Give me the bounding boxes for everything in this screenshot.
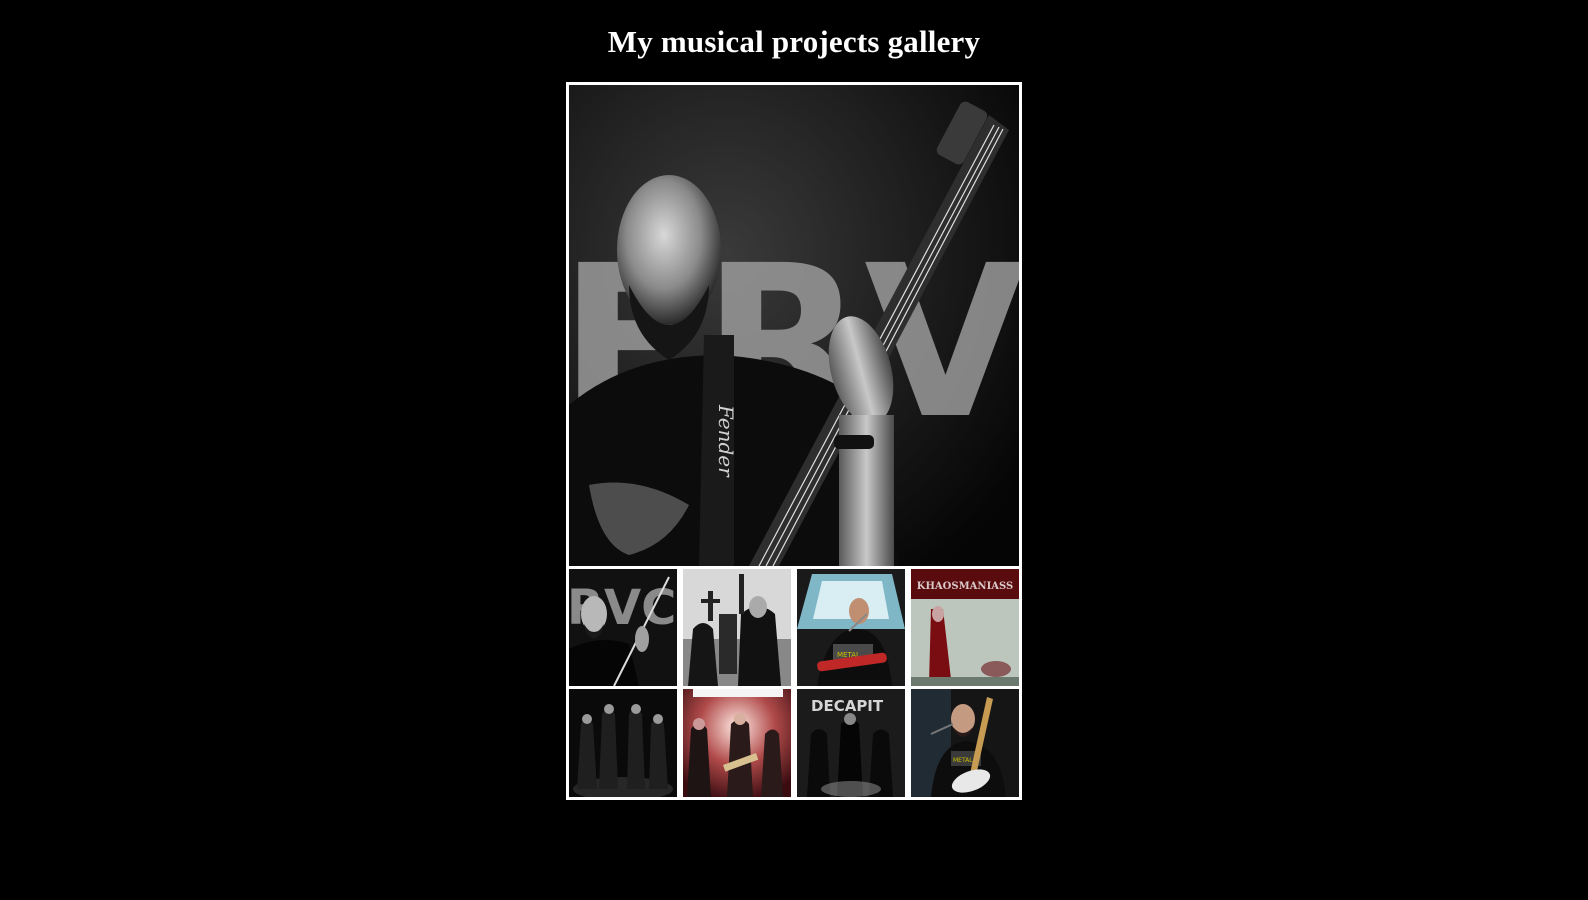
thumbnail-4-image: KHAOSMANIASS — [911, 569, 1019, 686]
thumbnail-1[interactable]: RVC — [569, 569, 677, 686]
main-photo[interactable]: ERVC Fender — [569, 85, 1019, 566]
band-backdrop-lettering: DECAPIT — [811, 697, 884, 715]
thumbnail-2-image — [683, 569, 791, 686]
thumbnail-5-image — [569, 689, 677, 797]
thumbnail-2[interactable] — [683, 569, 791, 686]
thumbnail-7-image: DECAPIT — [797, 689, 905, 797]
thumbnail-3[interactable]: METAL — [797, 569, 905, 686]
strap-lettering: Fender — [714, 404, 738, 478]
thumbnail-3-image: METAL — [797, 569, 905, 686]
thumbnail-5[interactable] — [569, 689, 677, 797]
thumbnail-8-image: METAL — [911, 689, 1019, 797]
thumbnail-6[interactable] — [683, 689, 791, 797]
main-photo-image: ERVC Fender — [569, 85, 1019, 566]
thumbnail-7[interactable]: DECAPIT — [797, 689, 905, 797]
gallery-frame: ERVC Fender RVC — [566, 82, 1022, 800]
thumbnail-6-image — [683, 689, 791, 797]
thumbnail-1-image: RVC — [569, 569, 677, 686]
page-title: My musical projects gallery — [607, 24, 981, 59]
album-cover-lettering: KHAOSMANIASS — [917, 581, 1013, 592]
thumbnail-4[interactable]: KHAOSMANIASS — [911, 569, 1019, 686]
thumbnail-8[interactable]: METAL — [911, 689, 1019, 797]
svg-text:METAL: METAL — [953, 757, 973, 764]
